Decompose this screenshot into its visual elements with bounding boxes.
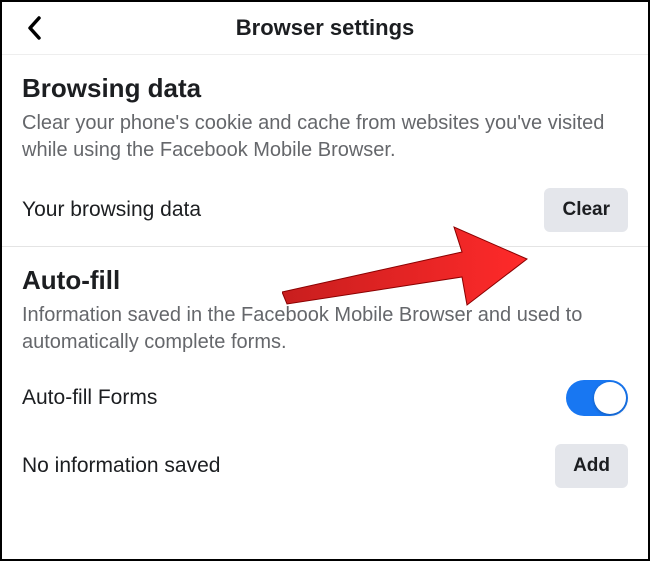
- autofill-forms-label: Auto-fill Forms: [22, 386, 157, 410]
- browsing-data-title: Browsing data: [22, 73, 628, 104]
- browsing-data-row: Your browsing data Clear: [2, 174, 648, 247]
- back-chevron-icon: [27, 16, 43, 40]
- no-info-label: No information saved: [22, 454, 220, 478]
- browsing-data-description: Clear your phone's cookie and cache from…: [22, 110, 628, 164]
- header-bar: Browser settings: [2, 2, 648, 55]
- autofill-section: Auto-fill Information saved in the Faceb…: [2, 247, 648, 356]
- autofill-description: Information saved in the Facebook Mobile…: [22, 302, 628, 356]
- no-info-row: No information saved Add: [2, 430, 648, 502]
- browsing-data-label: Your browsing data: [22, 198, 201, 222]
- clear-button[interactable]: Clear: [544, 188, 628, 232]
- toggle-knob: [594, 382, 626, 414]
- autofill-forms-toggle[interactable]: [566, 380, 628, 416]
- page-title: Browser settings: [236, 15, 415, 41]
- browsing-data-section: Browsing data Clear your phone's cookie …: [2, 55, 648, 164]
- back-button[interactable]: [20, 16, 50, 40]
- autofill-title: Auto-fill: [22, 265, 628, 296]
- add-button[interactable]: Add: [555, 444, 628, 488]
- autofill-forms-row: Auto-fill Forms: [2, 366, 648, 430]
